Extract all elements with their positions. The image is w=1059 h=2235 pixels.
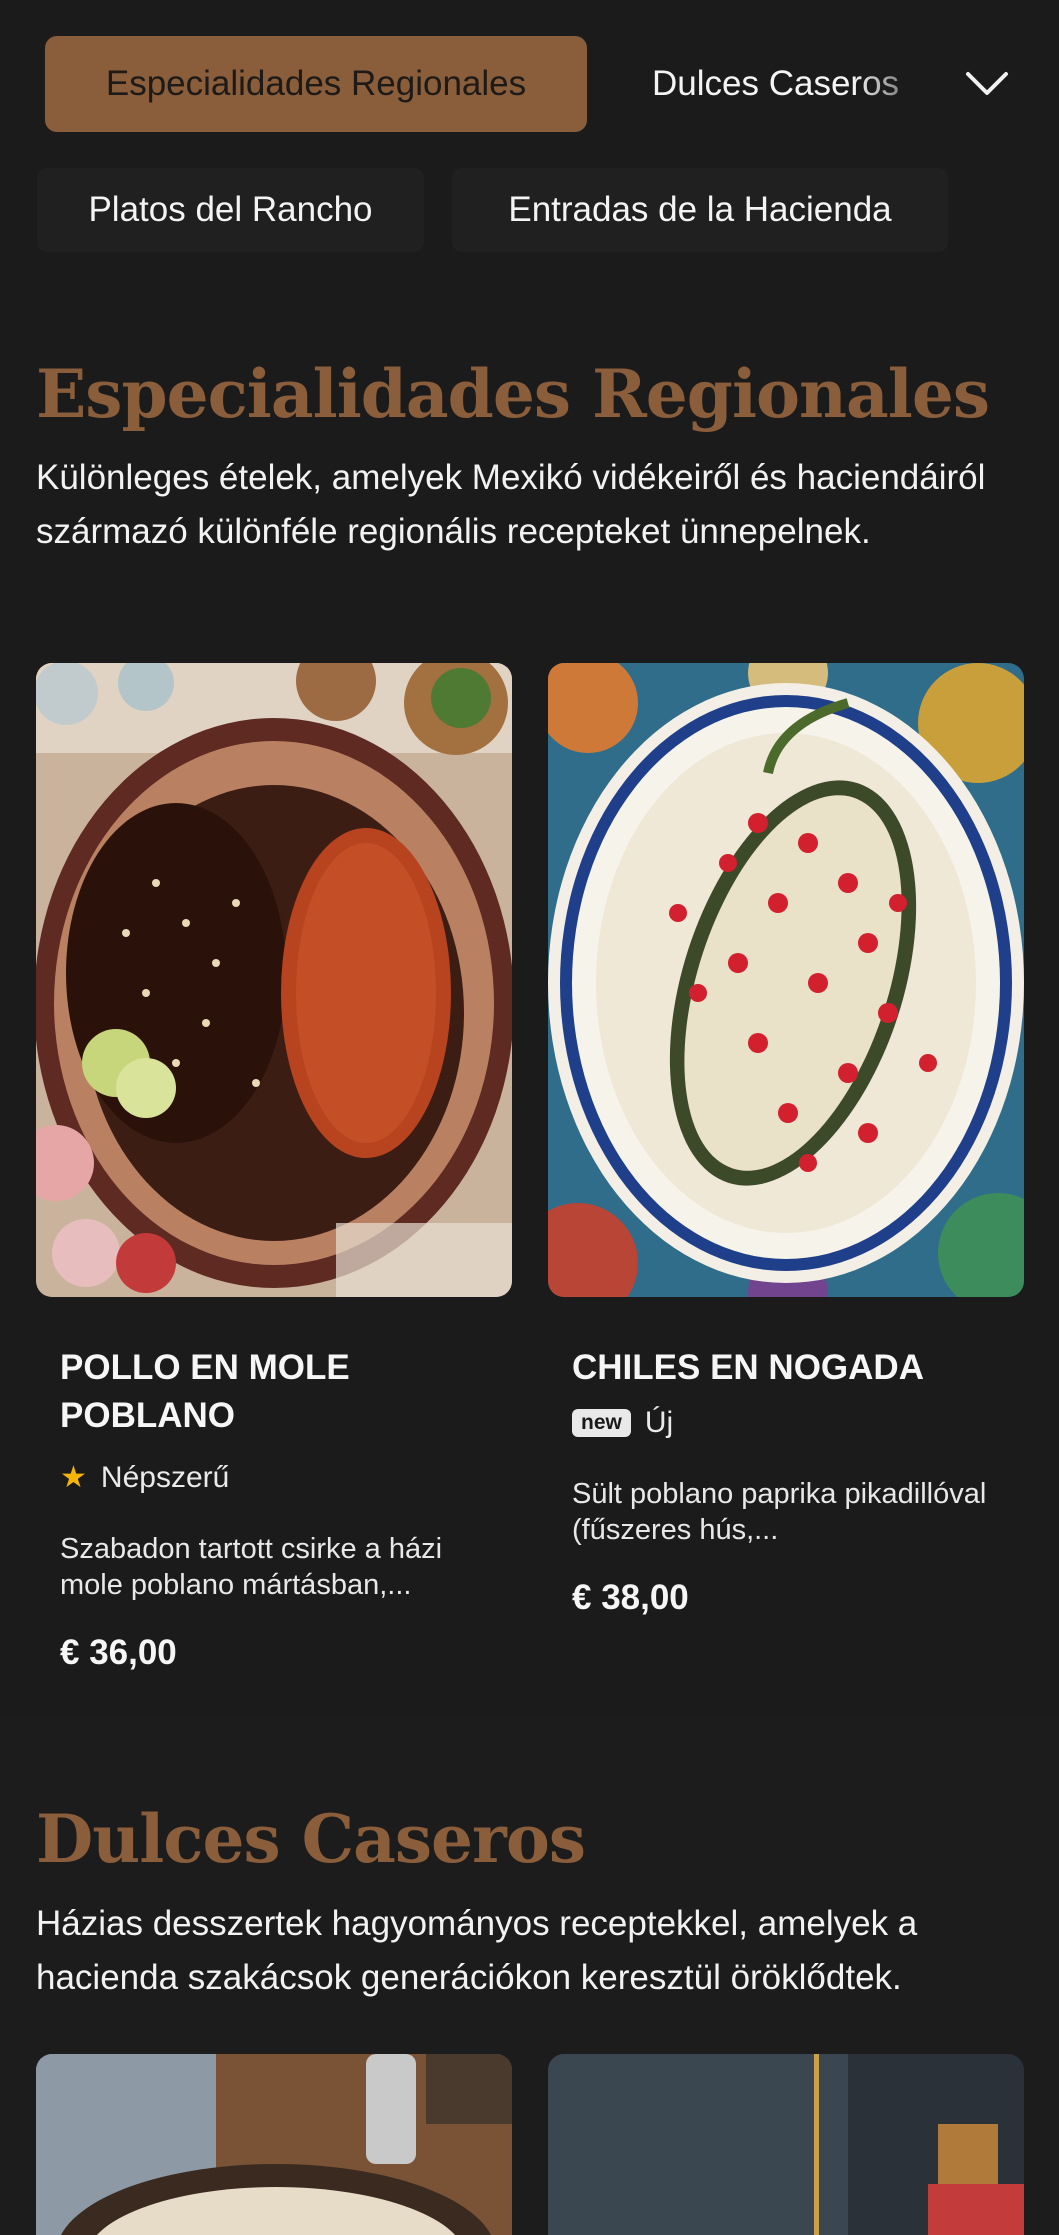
- dish-name: POLLO EN MOLE POBLANO: [60, 1348, 350, 1435]
- badge-label: Népszerű: [100, 1460, 230, 1494]
- new-tag: new: [572, 1409, 631, 1437]
- dish-price: € 36,00: [60, 1633, 177, 1672]
- dish-card-pollo-en-mole[interactable]: POLLO EN MOLE POBLANO ★ Népszerű Szabado…: [60, 1344, 500, 1673]
- dish-image-pollo-en-mole[interactable]: [36, 663, 512, 1297]
- tab-dulces-caseros[interactable]: Dulces Caseros: [652, 36, 942, 132]
- dish-image-chiles-en-nogada[interactable]: [548, 663, 1024, 1297]
- dish-description: Szabadon tartott csirke a házi mole pobl…: [60, 1533, 443, 1601]
- expand-categories-button[interactable]: [955, 54, 1019, 114]
- tab-especialidades-regionales[interactable]: Especialidades Regionales: [45, 36, 587, 132]
- chevron-down-icon: [966, 72, 1008, 95]
- dessert-image-1[interactable]: [36, 2054, 512, 2235]
- tab-platos-del-rancho[interactable]: Platos del Rancho: [37, 168, 424, 252]
- tab-label: Especialidades Regionales: [105, 64, 527, 103]
- section-title: Especialidades Regionales: [36, 355, 990, 433]
- section-description: Különleges ételek, amelyek Mexikó vidéke…: [36, 458, 986, 551]
- section-title: Dulces Caseros: [36, 1800, 586, 1878]
- dish-description: Sült poblano paprika pikadillóval (fűsze…: [572, 1478, 987, 1546]
- tab-label: Entradas de la Hacienda: [508, 190, 892, 229]
- popular-badge: ★ Népszerű: [60, 1460, 500, 1495]
- new-badge: new Új: [572, 1406, 1012, 1440]
- tab-label: Platos del Rancho: [88, 190, 373, 229]
- dish-price: € 38,00: [572, 1578, 689, 1617]
- category-subnav: Platos del Rancho Entradas de la Haciend…: [0, 160, 1059, 260]
- dish-card-chiles-en-nogada[interactable]: CHILES EN NOGADA new Új Sült poblano pap…: [572, 1344, 1012, 1618]
- tab-entradas-de-la-hacienda[interactable]: Entradas de la Hacienda: [452, 168, 948, 252]
- dessert-image-2[interactable]: [548, 2054, 1024, 2235]
- tab-label: Dulces Caseros: [652, 64, 900, 103]
- category-nav: Especialidades Regionales Dulces Caseros: [0, 0, 1059, 160]
- star-icon: ★: [60, 1461, 87, 1494]
- section-description: Házias desszertek hagyományos receptekke…: [36, 1904, 918, 1997]
- badge-label: Új: [644, 1406, 674, 1439]
- dish-name: CHILES EN NOGADA: [572, 1348, 924, 1387]
